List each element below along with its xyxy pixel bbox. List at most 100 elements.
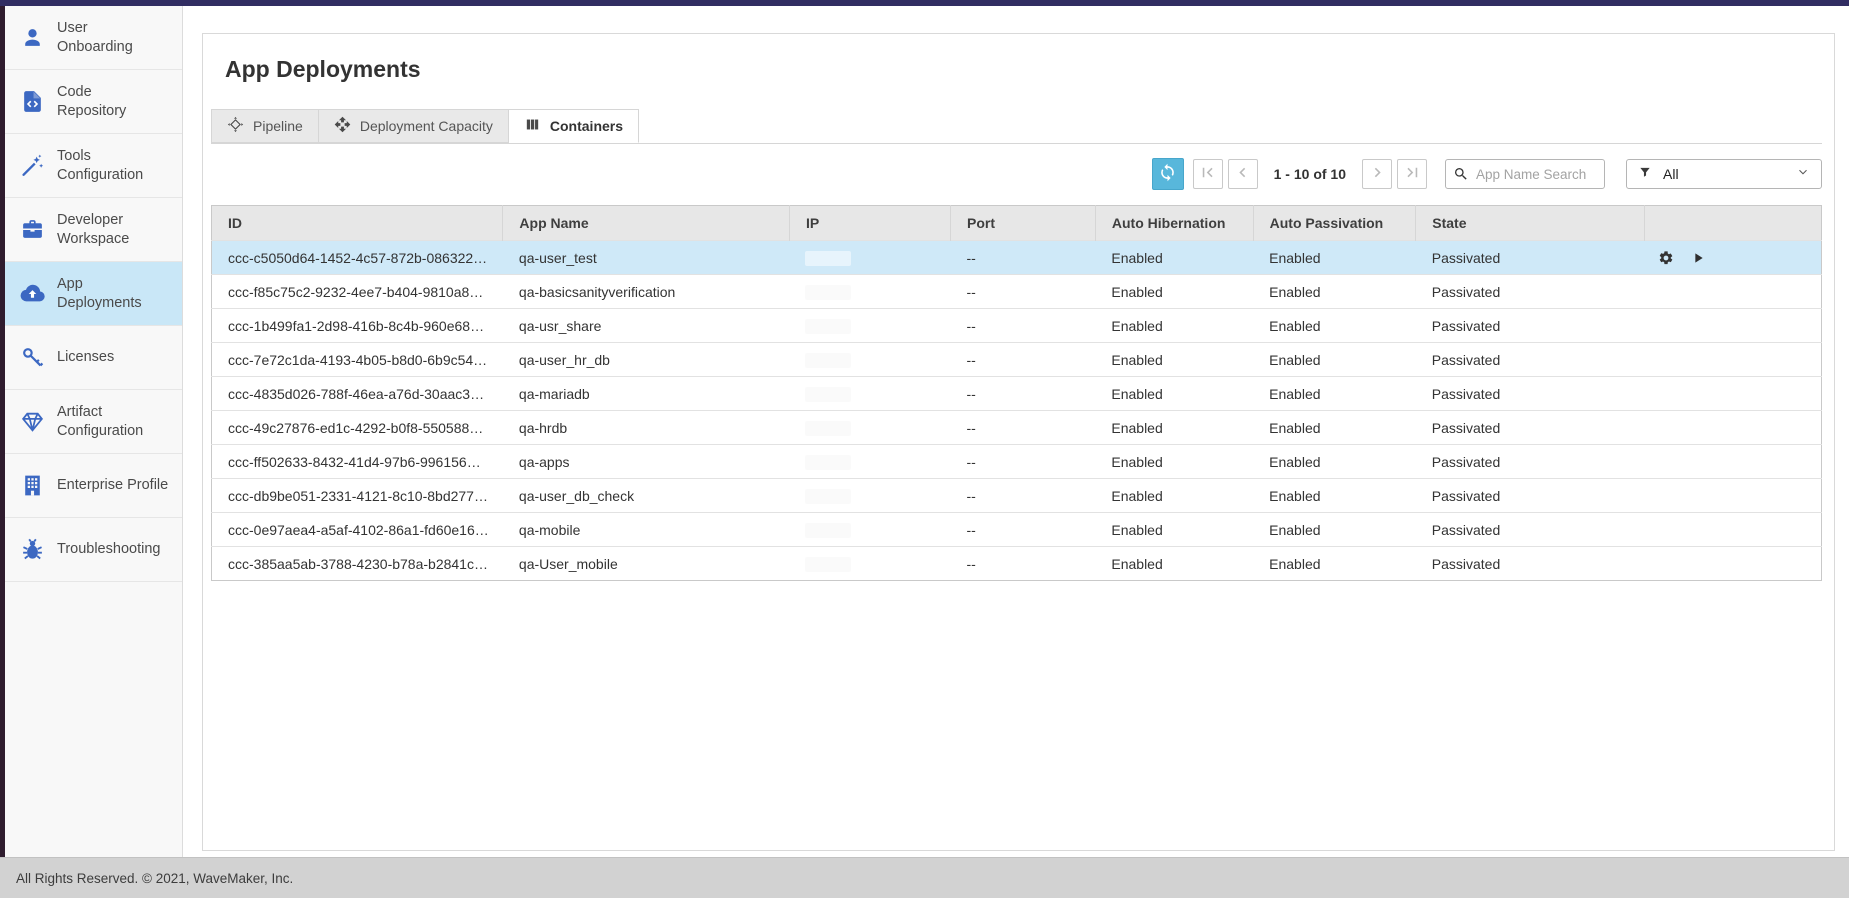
sidebar-item-tools-configuration[interactable]: Tools Configuration	[5, 134, 182, 198]
cell-port: --	[950, 411, 1095, 445]
cell-actions	[1644, 275, 1821, 309]
ip-value-redacted	[805, 523, 851, 538]
cell-auto-hibernation: Enabled	[1095, 547, 1253, 581]
cell-auto-hibernation: Enabled	[1095, 513, 1253, 547]
cell-app-name: qa-User_mobile	[503, 547, 790, 581]
sidebar: User Onboarding Code Repository Tools Co…	[5, 6, 183, 857]
cell-port: --	[950, 479, 1095, 513]
cell-id: ccc-f85c75c2-9232-4ee7-b404-9810a8…	[212, 275, 503, 309]
sidebar-item-label: Enterprise Profile	[57, 476, 168, 495]
cell-state: Passivated	[1416, 547, 1645, 581]
table-row[interactable]: ccc-c5050d64-1452-4c57-872b-086322… qa-u…	[212, 241, 1822, 275]
cell-actions	[1644, 513, 1821, 547]
cell-auto-hibernation: Enabled	[1095, 241, 1253, 275]
column-header-id: ID	[212, 206, 503, 241]
sidebar-item-user-onboarding[interactable]: User Onboarding	[5, 6, 182, 70]
cell-actions	[1644, 445, 1821, 479]
cell-id: ccc-7e72c1da-4193-4b05-b8d0-6b9c54…	[212, 343, 503, 377]
first-page-button[interactable]	[1193, 159, 1223, 189]
key-icon	[20, 345, 45, 370]
cell-id: ccc-385aa5ab-3788-4230-b78a-b2841c…	[212, 547, 503, 581]
table-row[interactable]: ccc-f85c75c2-9232-4ee7-b404-9810a8… qa-b…	[212, 275, 1822, 309]
cell-state: Passivated	[1416, 377, 1645, 411]
cell-auto-passivation: Enabled	[1253, 411, 1416, 445]
cell-ip	[789, 275, 950, 309]
cell-state: Passivated	[1416, 309, 1645, 343]
sidebar-item-enterprise-profile[interactable]: Enterprise Profile	[5, 454, 182, 518]
table-header-row: IDApp NameIPPortAuto HibernationAuto Pas…	[212, 206, 1822, 241]
chevron-right-icon	[1368, 163, 1387, 185]
column-header-auto-passivation: Auto Passivation	[1253, 206, 1416, 241]
cell-port: --	[950, 445, 1095, 479]
table-row[interactable]: ccc-49c27876-ed1c-4292-b0f8-550588… qa-h…	[212, 411, 1822, 445]
cell-port: --	[950, 343, 1095, 377]
cell-app-name: qa-user_test	[503, 241, 790, 275]
refresh-button[interactable]	[1152, 158, 1184, 190]
sidebar-item-artifact-configuration[interactable]: Artifact Configuration	[5, 390, 182, 454]
table-row[interactable]: ccc-4835d026-788f-46ea-a76d-30aac3… qa-m…	[212, 377, 1822, 411]
code-file-icon	[20, 89, 45, 114]
building-icon	[20, 473, 45, 498]
cell-actions	[1644, 241, 1821, 275]
ip-value-redacted	[805, 455, 851, 470]
table-row[interactable]: ccc-1b499fa1-2d98-416b-8c4b-960e68… qa-u…	[212, 309, 1822, 343]
cell-ip	[789, 411, 950, 445]
cell-port: --	[950, 241, 1095, 275]
cell-auto-passivation: Enabled	[1253, 343, 1416, 377]
state-filter-dropdown[interactable]: All	[1626, 159, 1822, 189]
diamond-icon	[20, 409, 45, 434]
sidebar-item-developer-workspace[interactable]: Developer Workspace	[5, 198, 182, 262]
table-row[interactable]: ccc-db9be051-2331-4121-8c10-8bd277… qa-u…	[212, 479, 1822, 513]
sidebar-item-label: Developer Workspace	[57, 211, 129, 249]
next-page-button[interactable]	[1362, 159, 1392, 189]
footer: All Rights Reserved. © 2021, WaveMaker, …	[0, 857, 1849, 898]
sidebar-item-label: Licenses	[57, 348, 114, 367]
cell-state: Passivated	[1416, 479, 1645, 513]
table-row[interactable]: ccc-ff502633-8432-41d4-97b6-996156… qa-a…	[212, 445, 1822, 479]
cell-app-name: qa-user_hr_db	[503, 343, 790, 377]
sidebar-item-licenses[interactable]: Licenses	[5, 326, 182, 390]
app-name-search	[1445, 159, 1605, 189]
prev-page-button[interactable]	[1228, 159, 1258, 189]
cell-app-name: qa-mariadb	[503, 377, 790, 411]
start-play-icon[interactable]	[1690, 250, 1706, 266]
cell-auto-passivation: Enabled	[1253, 241, 1416, 275]
tab-bar: Pipeline Deployment Capacity Containers	[211, 109, 1822, 144]
sidebar-item-code-repository[interactable]: Code Repository	[5, 70, 182, 134]
ip-value-redacted	[805, 319, 851, 334]
page-title: App Deployments	[225, 56, 1822, 83]
table-row[interactable]: ccc-7e72c1da-4193-4b05-b8d0-6b9c54… qa-u…	[212, 343, 1822, 377]
cell-app-name: qa-basicsanityverification	[503, 275, 790, 309]
last-page-button[interactable]	[1397, 159, 1427, 189]
table-row[interactable]: ccc-385aa5ab-3788-4230-b78a-b2841c… qa-U…	[212, 547, 1822, 581]
left-accent-strip	[0, 0, 5, 857]
table-toolbar: 1 - 10 of 10	[211, 158, 1822, 190]
tab-deployment-capacity[interactable]: Deployment Capacity	[319, 109, 509, 143]
column-header-auto-hibernation: Auto Hibernation	[1095, 206, 1253, 241]
cell-port: --	[950, 377, 1095, 411]
settings-gear-icon[interactable]	[1658, 250, 1674, 266]
cell-state: Passivated	[1416, 275, 1645, 309]
table-body: ccc-c5050d64-1452-4c57-872b-086322… qa-u…	[212, 241, 1822, 581]
cell-app-name: qa-user_db_check	[503, 479, 790, 513]
tab-pipeline[interactable]: Pipeline	[211, 109, 319, 143]
cell-state: Passivated	[1416, 513, 1645, 547]
first-page-icon	[1198, 163, 1217, 185]
cell-state: Passivated	[1416, 411, 1645, 445]
cell-auto-passivation: Enabled	[1253, 479, 1416, 513]
sidebar-item-label: Tools Configuration	[57, 147, 143, 185]
sidebar-item-app-deployments[interactable]: App Deployments	[5, 262, 182, 326]
filter-value: All	[1663, 166, 1785, 182]
table-row[interactable]: ccc-0e97aea4-a5af-4102-86a1-fd60e16… qa-…	[212, 513, 1822, 547]
magic-wand-icon	[20, 153, 45, 178]
search-input[interactable]	[1445, 159, 1605, 189]
tab-containers[interactable]: Containers	[509, 109, 639, 143]
app-deployments-panel: App Deployments Pipeline Deployment Capa…	[202, 33, 1835, 851]
column-header-actions	[1644, 206, 1821, 241]
sidebar-item-label: User Onboarding	[57, 19, 133, 57]
sidebar-item-troubleshooting[interactable]: Troubleshooting	[5, 518, 182, 582]
briefcase-icon	[20, 217, 45, 242]
search-icon	[1453, 166, 1469, 182]
cell-app-name: qa-hrdb	[503, 411, 790, 445]
cell-id: ccc-db9be051-2331-4121-8c10-8bd277…	[212, 479, 503, 513]
